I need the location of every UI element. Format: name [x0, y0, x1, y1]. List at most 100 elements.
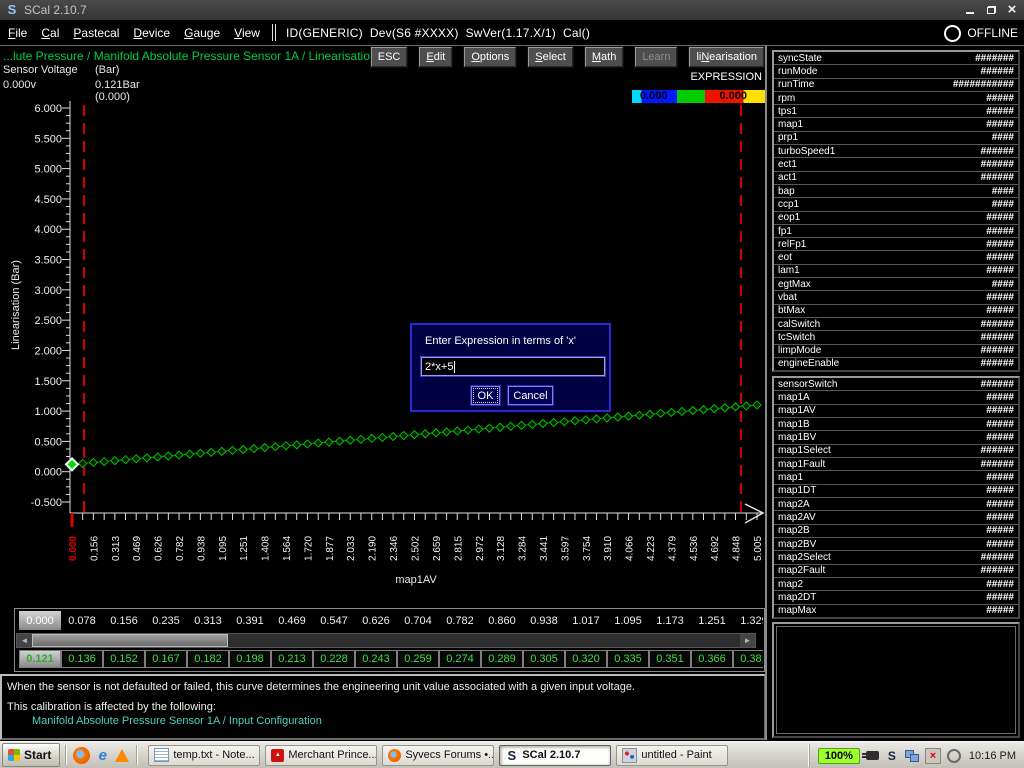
live-data-row[interactable]: map2#####: [774, 578, 1018, 591]
scroll-left-arrow-icon[interactable]: [17, 634, 32, 647]
y-value-cell[interactable]: 0.289: [481, 650, 523, 668]
cancel-button[interactable]: Cancel: [508, 386, 553, 405]
ok-button[interactable]: OK: [471, 386, 500, 405]
x-breakpoint-cell[interactable]: 0.782: [439, 611, 481, 630]
live-data-row[interactable]: limpMode######: [774, 345, 1018, 358]
y-value-cell[interactable]: 0.274: [439, 650, 481, 668]
live-data-row[interactable]: bap####: [774, 185, 1018, 198]
x-breakpoint-cell[interactable]: 0.156: [103, 611, 145, 630]
esc-button[interactable]: ESC: [371, 47, 408, 67]
disconnected-network-tray-icon[interactable]: [925, 748, 941, 764]
y-value-cell[interactable]: 0.182: [187, 650, 229, 668]
y-value-cell[interactable]: 0.121: [19, 650, 61, 668]
x-breakpoint-cell[interactable]: 0.391: [229, 611, 271, 630]
y-value-cell[interactable]: 0.167: [145, 650, 187, 668]
taskbar-task-paint[interactable]: untitled - Paint: [616, 745, 728, 766]
x-breakpoint-cell[interactable]: 1.095: [607, 611, 649, 630]
menu-pastecal[interactable]: Pastecal: [73, 26, 119, 40]
y-value-cell[interactable]: 0.213: [271, 650, 313, 668]
menu-file[interactable]: File: [8, 26, 27, 40]
minimize-button[interactable]: [961, 2, 979, 17]
live-data-row[interactable]: prp1####: [774, 132, 1018, 145]
live-data-row[interactable]: engineEnable######: [774, 358, 1018, 370]
restore-button[interactable]: [982, 2, 1000, 17]
live-data-row[interactable]: runMode######: [774, 65, 1018, 78]
live-data-row[interactable]: map2A#####: [774, 498, 1018, 511]
linearisation-button[interactable]: liNearisation: [689, 47, 764, 67]
scroll-right-arrow-icon[interactable]: [740, 634, 755, 647]
options-button[interactable]: Options: [464, 47, 516, 67]
select-button[interactable]: Select: [528, 47, 573, 67]
live-data-row[interactable]: map2Select######: [774, 551, 1018, 564]
live-data-row[interactable]: ccp1####: [774, 198, 1018, 211]
taskbar-task-scal[interactable]: SCal 2.10.7: [499, 745, 611, 766]
live-data-row[interactable]: map1BV#####: [774, 431, 1018, 444]
menu-device[interactable]: Device: [133, 26, 170, 40]
live-data-row[interactable]: egtMax####: [774, 278, 1018, 291]
live-data-row[interactable]: eop1#####: [774, 212, 1018, 225]
internet-explorer-quicklaunch-icon[interactable]: [94, 747, 111, 764]
live-data-row[interactable]: rpm#####: [774, 92, 1018, 105]
linearisation-chart[interactable]: 6.0005.5005.0004.5004.0003.5003.0002.500…: [0, 95, 768, 600]
y-value-cell[interactable]: 0.366: [691, 650, 733, 668]
x-breakpoint-cell[interactable]: 0.938: [523, 611, 565, 630]
live-data-row[interactable]: map2B#####: [774, 525, 1018, 538]
y-value-cell[interactable]: 0.335: [607, 650, 649, 668]
live-data-row[interactable]: sensorSwitch######: [774, 378, 1018, 391]
taskbar-task-pdf[interactable]: Merchant Prince...: [265, 745, 377, 766]
live-data-row[interactable]: turboSpeed1######: [774, 145, 1018, 158]
live-data-row[interactable]: calSwitch######: [774, 318, 1018, 331]
math-button[interactable]: Math: [585, 47, 623, 67]
y-value-cell[interactable]: 0.228: [313, 650, 355, 668]
y-value-cell[interactable]: 0.305: [523, 650, 565, 668]
vlc-quicklaunch-icon[interactable]: [115, 749, 129, 762]
live-data-row[interactable]: map1DT#####: [774, 485, 1018, 498]
live-data-row[interactable]: map1B#####: [774, 418, 1018, 431]
menu-view[interactable]: View: [234, 26, 260, 40]
live-data-row[interactable]: map1Select######: [774, 445, 1018, 458]
live-data-row[interactable]: tps1#####: [774, 105, 1018, 118]
x-breakpoint-cell[interactable]: 1.017: [565, 611, 607, 630]
live-data-row[interactable]: map2Fault######: [774, 565, 1018, 578]
x-breakpoint-cell[interactable]: 0.469: [271, 611, 313, 630]
x-breakpoint-cell[interactable]: 0.000: [19, 611, 61, 630]
live-data-row[interactable]: lam1#####: [774, 265, 1018, 278]
x-breakpoint-cell[interactable]: 0.704: [397, 611, 439, 630]
y-value-cell[interactable]: 0.136: [61, 650, 103, 668]
y-value-cell[interactable]: 0.381: [733, 650, 763, 668]
taskbar-task-firefox[interactable]: Syvecs Forums •...: [382, 745, 494, 766]
x-breakpoint-cell[interactable]: 0.235: [145, 611, 187, 630]
x-breakpoint-cell[interactable]: 0.626: [355, 611, 397, 630]
live-data-row[interactable]: map1Fault######: [774, 458, 1018, 471]
live-data-row[interactable]: mapMax#####: [774, 605, 1018, 617]
live-data-row[interactable]: tcSwitch######: [774, 331, 1018, 344]
scheduler-tray-icon[interactable]: [947, 749, 961, 763]
taskbar-task-notepad[interactable]: temp.txt - Note...: [148, 745, 260, 766]
scal-tray-icon[interactable]: [885, 749, 899, 763]
live-data-row[interactable]: fp1#####: [774, 225, 1018, 238]
y-value-cell[interactable]: 0.320: [565, 650, 607, 668]
live-data-row[interactable]: relFp1#####: [774, 238, 1018, 251]
scrollbar-thumb[interactable]: [32, 634, 228, 647]
y-value-cell[interactable]: 0.259: [397, 650, 439, 668]
live-data-row[interactable]: map2AV#####: [774, 511, 1018, 524]
network-tray-icon[interactable]: [905, 749, 919, 763]
x-breakpoint-cell[interactable]: 1.173: [649, 611, 691, 630]
firefox-quicklaunch-icon[interactable]: [73, 747, 90, 764]
live-data-row[interactable]: ect1######: [774, 158, 1018, 171]
live-data-row[interactable]: act1######: [774, 172, 1018, 185]
live-data-row[interactable]: vbat#####: [774, 291, 1018, 304]
expression-input[interactable]: 2*x+5: [421, 357, 605, 376]
close-button[interactable]: [1003, 2, 1021, 17]
x-breakpoint-cell[interactable]: 1.329: [733, 611, 763, 630]
live-data-row[interactable]: runTime###########: [774, 79, 1018, 92]
live-data-row[interactable]: btMax#####: [774, 305, 1018, 318]
start-button[interactable]: Start: [2, 743, 60, 767]
live-data-row[interactable]: map1#####: [774, 471, 1018, 484]
live-data-row[interactable]: eot#####: [774, 251, 1018, 264]
live-data-row[interactable]: map1#####: [774, 118, 1018, 131]
y-value-cell[interactable]: 0.351: [649, 650, 691, 668]
table-scrollbar[interactable]: [16, 633, 756, 648]
affected-calibration-link[interactable]: Manifold Absolute Pressure Sensor 1A / I…: [32, 715, 322, 727]
x-breakpoint-cell[interactable]: 0.313: [187, 611, 229, 630]
